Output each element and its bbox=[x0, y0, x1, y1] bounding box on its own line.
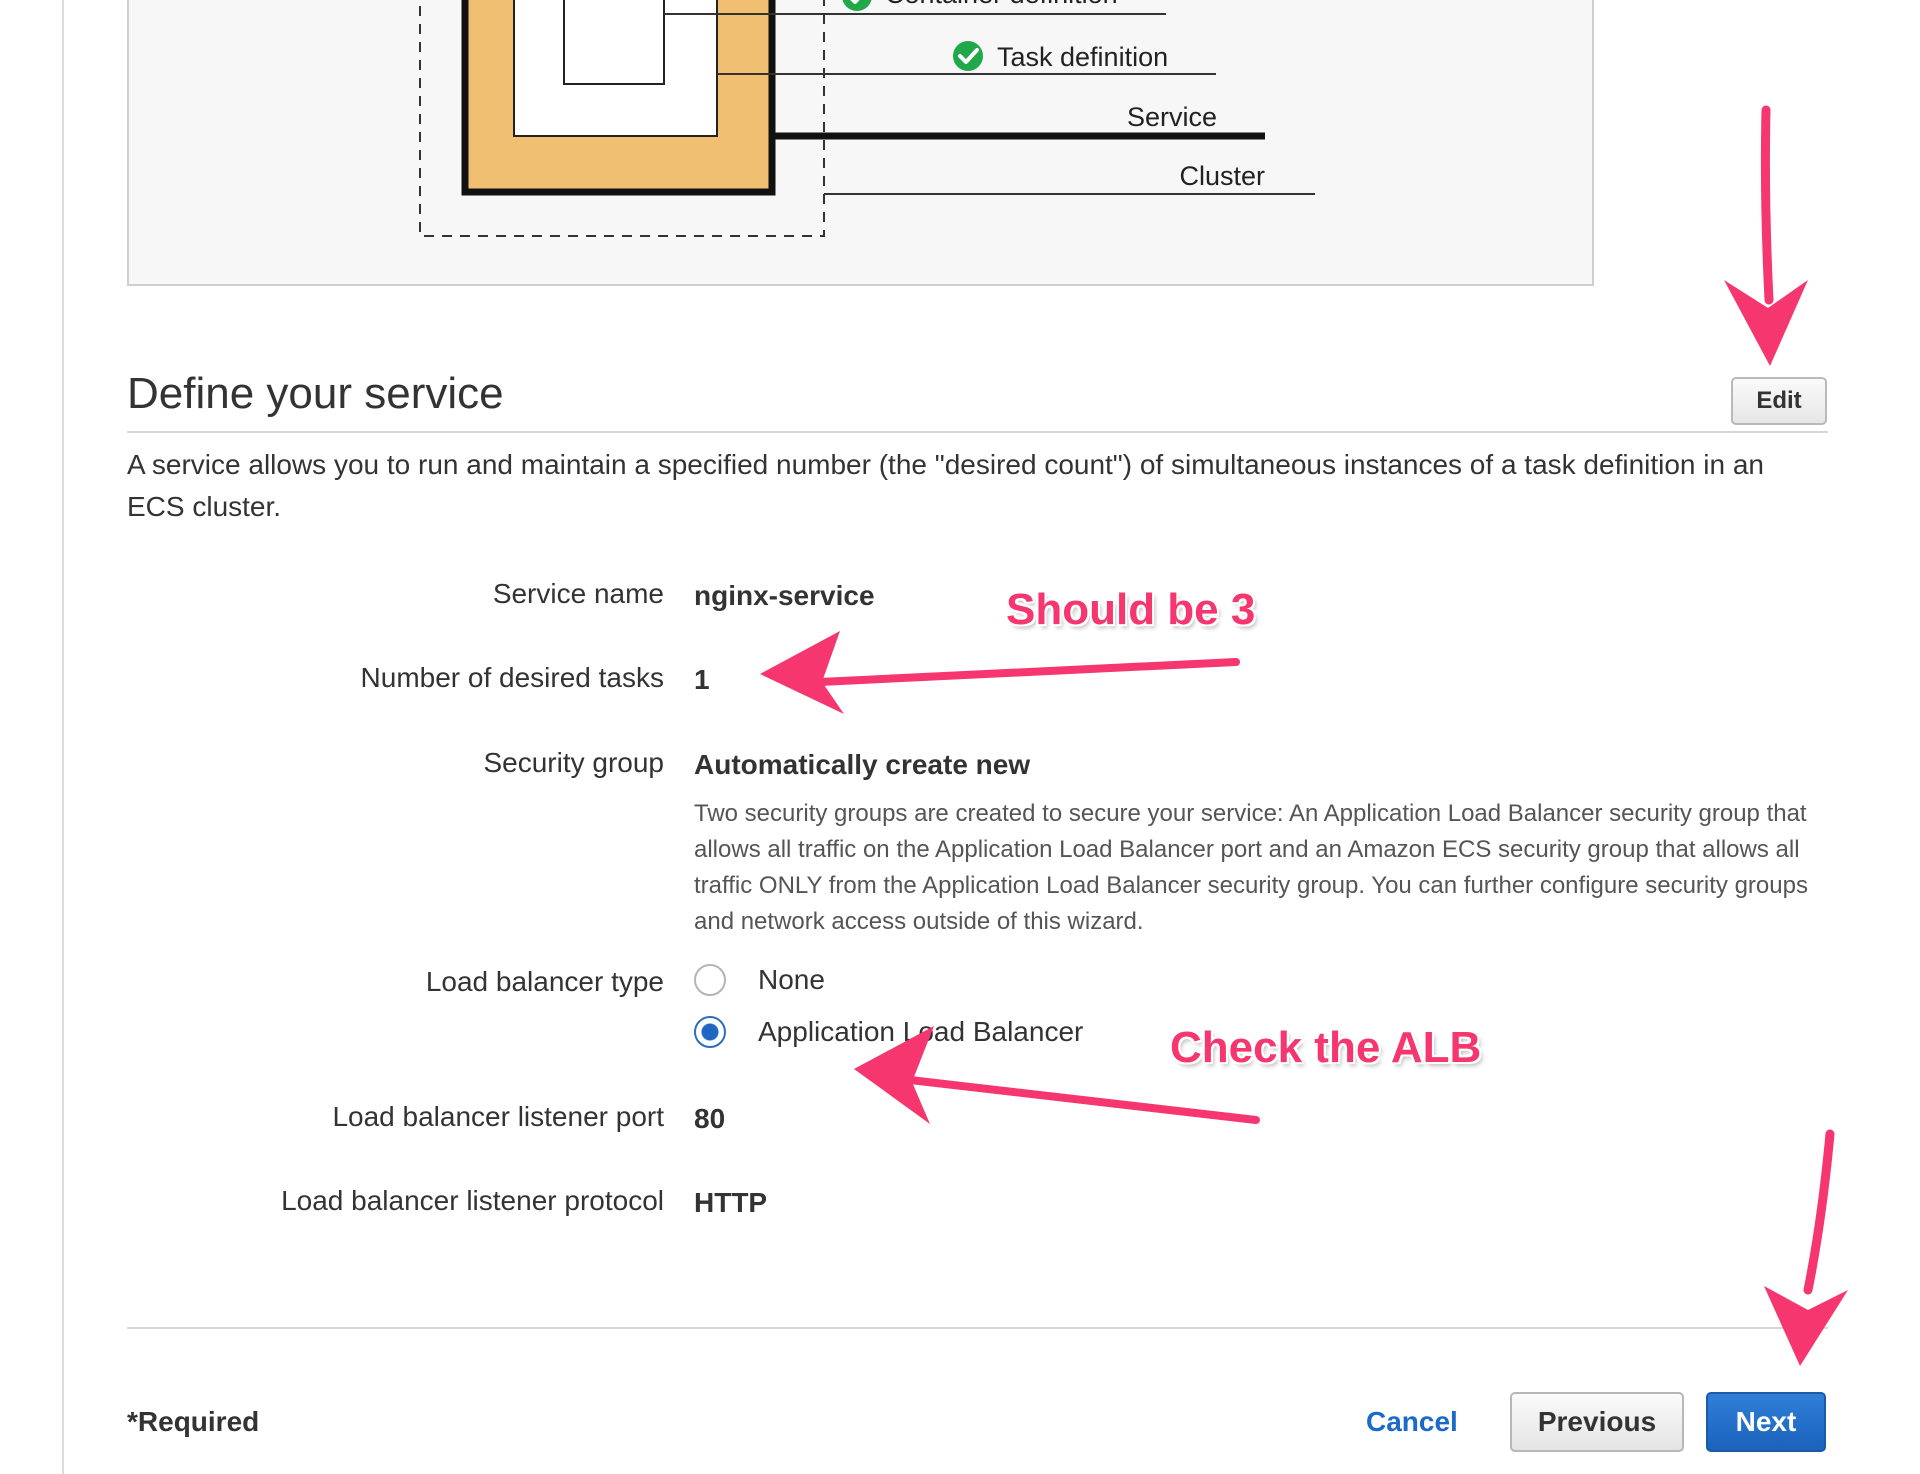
radio-application-load-balancer[interactable] bbox=[694, 1016, 726, 1048]
page-left-rule bbox=[62, 0, 64, 1474]
previous-button[interactable]: Previous bbox=[1510, 1392, 1684, 1452]
cluster-label: Cluster bbox=[1179, 161, 1265, 191]
radio-none-label[interactable]: None bbox=[758, 962, 825, 998]
radio-none[interactable] bbox=[694, 964, 726, 996]
annotation-check-alb: Check the ALB bbox=[1170, 1023, 1482, 1072]
service-name-label: Service name bbox=[492, 578, 664, 609]
desired-tasks-arrow-icon bbox=[760, 631, 1240, 714]
security-group-value: Automatically create new bbox=[694, 749, 1031, 780]
container-box bbox=[563, 0, 665, 85]
listener-port-label: Load balancer listener port bbox=[332, 1101, 664, 1132]
section-divider bbox=[127, 431, 1828, 433]
listener-protocol-label: Load balancer listener protocol bbox=[281, 1185, 664, 1216]
section-title: Define your service bbox=[127, 369, 504, 418]
edit-button[interactable]: Edit bbox=[1731, 377, 1827, 425]
section-description: A service allows you to run and maintain… bbox=[127, 449, 1765, 522]
next-arrow-icon bbox=[1764, 1129, 1848, 1366]
load-balancer-type-label: Load balancer type bbox=[425, 966, 664, 997]
security-group-help: Two security groups are created to secur… bbox=[694, 800, 1808, 935]
desired-tasks-value: 1 bbox=[694, 664, 710, 695]
listener-port-value: 80 bbox=[694, 1103, 726, 1134]
security-group-label: Security group bbox=[483, 747, 664, 778]
required-note: *Required bbox=[127, 1406, 260, 1437]
desired-tasks-label: Number of desired tasks bbox=[360, 662, 664, 693]
radio-application-load-balancer-label[interactable]: Application Load Balancer bbox=[758, 1014, 1083, 1050]
service-label: Service bbox=[1127, 102, 1217, 132]
container-definition-label: Container definition bbox=[885, 0, 1118, 9]
container-check-icon bbox=[842, 0, 872, 11]
edit-arrow-icon bbox=[1724, 105, 1808, 366]
listener-protocol-value: HTTP bbox=[694, 1187, 768, 1218]
cancel-link[interactable]: Cancel bbox=[1366, 1404, 1458, 1440]
next-button[interactable]: Next bbox=[1706, 1392, 1826, 1452]
task-definition-check-icon bbox=[953, 41, 983, 71]
diagram-panel: Container definition Task definition Ser… bbox=[127, 0, 1594, 286]
annotation-should-be-3: Should be 3 bbox=[1006, 585, 1256, 634]
ecs-diagram: Container definition Task definition Ser… bbox=[419, 0, 1315, 237]
footer-divider bbox=[127, 1327, 1828, 1329]
service-name-value: nginx-service bbox=[694, 580, 875, 611]
task-definition-label: Task definition bbox=[997, 42, 1168, 72]
